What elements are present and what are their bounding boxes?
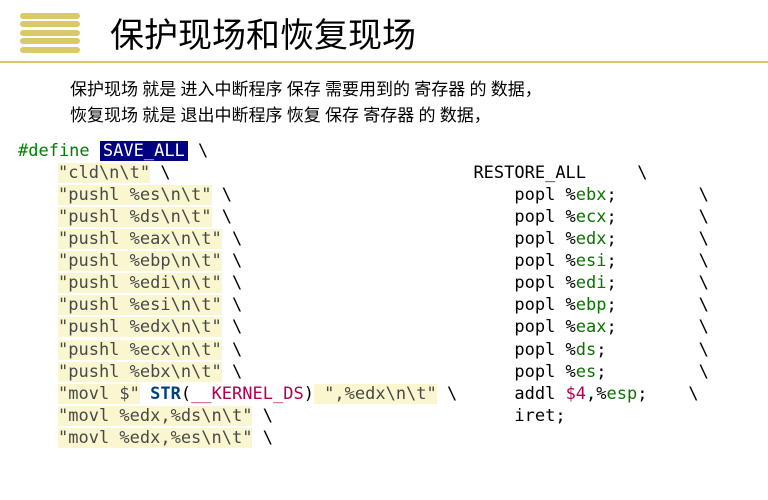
code-line: "pushl %edx\n\t" [58, 317, 222, 337]
macro-name: SAVE_ALL [100, 141, 188, 161]
code-line: "movl $" [58, 384, 140, 404]
code-line: "movl %edx,%es\n\t" [58, 428, 252, 448]
code-line: "pushl %esi\n\t" [58, 295, 222, 315]
code-line: "pushl %ds\n\t" [58, 207, 212, 227]
code-line: "pushl %eax\n\t" [58, 229, 222, 249]
desc-line: 恢复现场 就是 退出中断程序 恢复 保存 寄存器 的 数据， [70, 103, 698, 129]
restore-all-code: RESTORE_ALL \ popl %ebx; \ popl %ecx; \ … [463, 140, 768, 449]
save-all-code: #define SAVE_ALL \ "cld\n\t" \ "pushl %e… [0, 140, 463, 449]
code-line: "pushl %ecx\n\t" [58, 340, 222, 360]
logo-icon [20, 13, 80, 53]
slide-title: 保护现场和恢复现场 [110, 8, 416, 57]
desc-line: 保护现场 就是 进入中断程序 保存 需要用到的 寄存器 的 数据， [70, 77, 698, 103]
define-keyword: #define [18, 141, 90, 161]
kernel-ds: __KERNEL_DS [191, 384, 304, 404]
slide-header: 保护现场和恢复现场 [0, 0, 768, 63]
restore-label: RESTORE_ALL \ [473, 163, 647, 183]
code-line: "pushl %ebp\n\t" [58, 251, 222, 271]
description-block: 保护现场 就是 进入中断程序 保存 需要用到的 寄存器 的 数据， 恢复现场 就… [0, 63, 768, 140]
code-line: "pushl %ebx\n\t" [58, 362, 222, 382]
backslash: \ [188, 141, 208, 161]
code-line: "movl %edx,%ds\n\t" [58, 406, 252, 426]
code-line: "pushl %es\n\t" [58, 185, 212, 205]
code-columns: #define SAVE_ALL \ "cld\n\t" \ "pushl %e… [0, 140, 768, 449]
str-macro: STR [140, 384, 181, 404]
code-line: "pushl %edi\n\t" [58, 273, 222, 293]
code-line: "cld\n\t" [58, 163, 150, 183]
